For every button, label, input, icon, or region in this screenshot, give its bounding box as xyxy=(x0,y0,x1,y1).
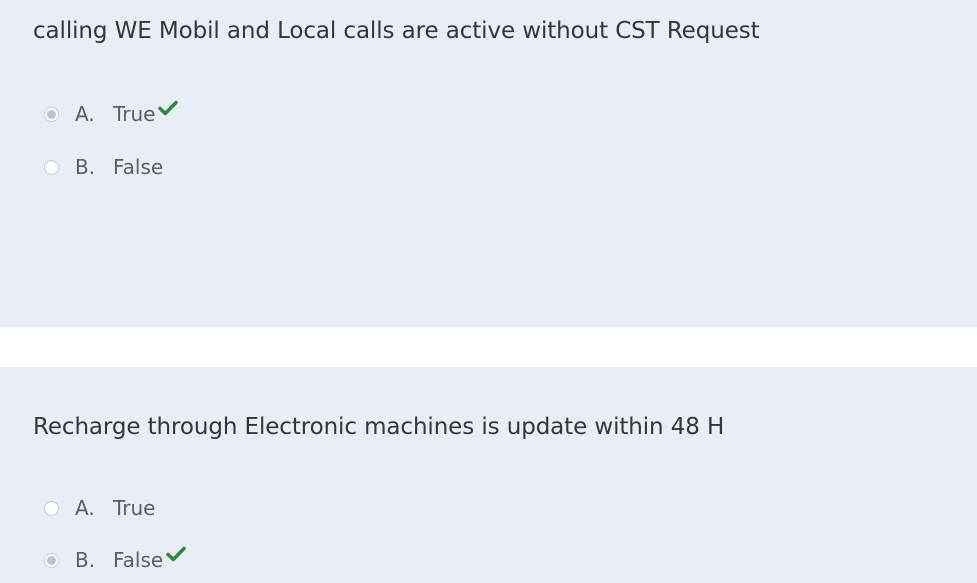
radio-button-selected[interactable] xyxy=(44,106,59,122)
option-label: False xyxy=(113,548,164,572)
radio-button[interactable] xyxy=(44,159,59,175)
option-false[interactable]: B. False xyxy=(44,546,186,574)
option-label: True xyxy=(113,496,156,520)
option-letter: B. xyxy=(75,548,96,572)
checkmark-icon xyxy=(158,100,179,116)
option-letter: B. xyxy=(75,155,96,179)
option-letter: A. xyxy=(75,102,95,126)
question-card: calling WE Mobil and Local calls are act… xyxy=(0,0,977,327)
question-card: Recharge through Electronic machines is … xyxy=(0,367,977,583)
question-text: calling WE Mobil and Local calls are act… xyxy=(33,18,760,44)
checkmark-icon xyxy=(166,546,186,562)
question-text: Recharge through Electronic machines is … xyxy=(33,414,725,440)
option-true[interactable]: A. True xyxy=(44,494,155,522)
radio-button-selected[interactable] xyxy=(44,552,59,568)
option-label: False xyxy=(113,155,164,179)
option-letter: A. xyxy=(75,496,95,520)
option-false[interactable]: B. False xyxy=(44,153,163,181)
radio-button[interactable] xyxy=(44,500,59,516)
option-label: True xyxy=(113,102,156,126)
quiz-review-page: calling WE Mobil and Local calls are act… xyxy=(0,0,977,583)
option-true[interactable]: A. True xyxy=(44,100,179,128)
